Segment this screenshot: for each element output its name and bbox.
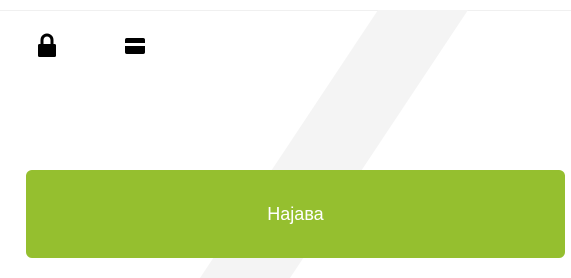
top-divider: [0, 10, 571, 11]
lock-icon: [37, 33, 57, 57]
login-button[interactable]: Најава: [26, 170, 565, 258]
login-button-label: Најава: [267, 203, 324, 224]
credit-card-icon: [125, 38, 145, 54]
